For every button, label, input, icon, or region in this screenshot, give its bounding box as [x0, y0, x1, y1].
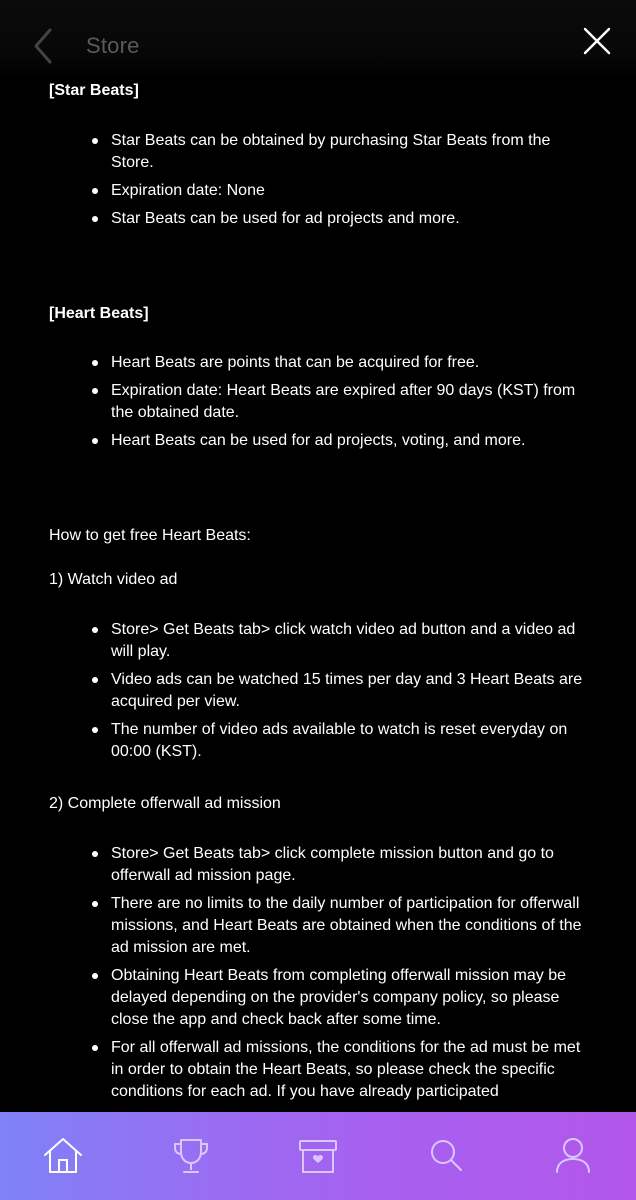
content-scroll-area[interactable]: [Star Beats] Star Beats can be obtained … — [0, 0, 636, 1112]
nav-search[interactable] — [422, 1132, 470, 1180]
home-icon — [44, 1138, 82, 1173]
heart-beats-title: [Heart Beats] — [49, 305, 149, 322]
list-item: For all offerwall ad missions, the condi… — [0, 1037, 636, 1103]
list-item: Store> Get Beats tab> click complete mis… — [0, 843, 636, 887]
heart-beats-list: Heart Beats are points that can be acqui… — [0, 352, 636, 458]
search-icon — [431, 1140, 462, 1171]
list-item: Store> Get Beats tab> click watch video … — [0, 619, 636, 663]
store-info-screen: [Star Beats] Star Beats can be obtained … — [0, 0, 636, 1200]
list-item: Expiration date: None — [0, 180, 636, 202]
list-item: Star Beats can be obtained by purchasing… — [0, 130, 636, 174]
page-title: Store — [86, 33, 140, 58]
list-item: Star Beats can be used for ad projects a… — [0, 208, 636, 230]
profile-icon — [556, 1138, 590, 1173]
trophy-icon — [174, 1139, 208, 1173]
nav-profile[interactable] — [549, 1132, 597, 1180]
list-item: There are no limits to the daily number … — [0, 893, 636, 959]
nav-ranking[interactable] — [167, 1132, 215, 1180]
close-button[interactable] — [582, 26, 612, 56]
gift-box-icon — [299, 1140, 337, 1173]
chevron-left-icon — [34, 28, 52, 64]
list-item: Heart Beats are points that can be acqui… — [0, 352, 636, 374]
star-beats-title: [Star Beats] — [49, 82, 139, 99]
step2-title: 2) Complete offerwall ad mission — [49, 795, 281, 812]
step2-list: Store> Get Beats tab> click complete mis… — [0, 843, 636, 1109]
close-icon — [583, 27, 611, 55]
list-item: Expiration date: Heart Beats are expired… — [0, 380, 636, 424]
free-heart-beats-intro: How to get free Heart Beats: — [49, 527, 251, 544]
bottom-navigation — [0, 1112, 636, 1200]
list-item: Video ads can be watched 15 times per da… — [0, 669, 636, 713]
nav-home[interactable] — [39, 1132, 87, 1180]
star-beats-list: Star Beats can be obtained by purchasing… — [0, 130, 636, 236]
top-header: Store — [0, 0, 636, 80]
back-button[interactable] — [28, 26, 58, 66]
nav-store[interactable] — [294, 1132, 342, 1180]
list-item: Obtaining Heart Beats from completing of… — [0, 965, 636, 1031]
step1-title: 1) Watch video ad — [49, 571, 178, 588]
list-item: The number of video ads available to wat… — [0, 719, 636, 763]
step1-list: Store> Get Beats tab> click watch video … — [0, 619, 636, 769]
list-item: Heart Beats can be used for ad projects,… — [0, 430, 636, 452]
